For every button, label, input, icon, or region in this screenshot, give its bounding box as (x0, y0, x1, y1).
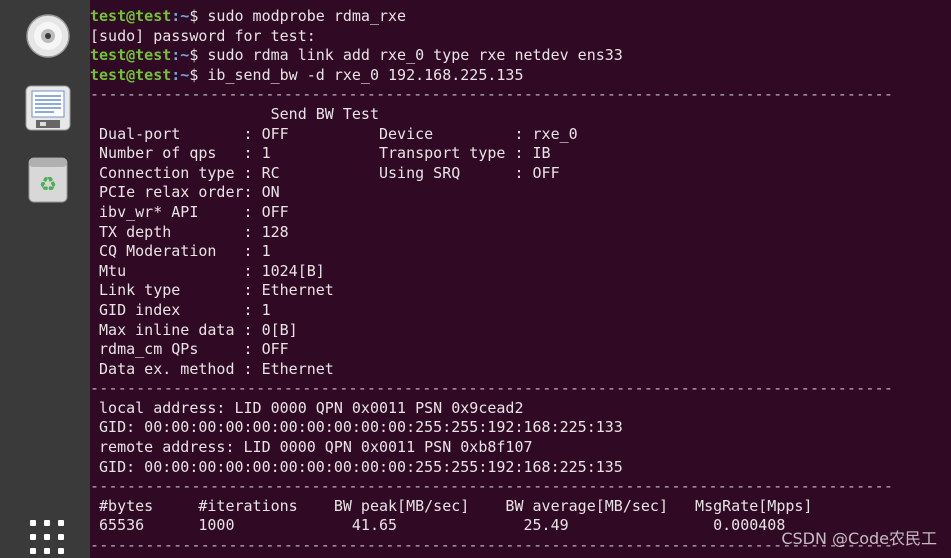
command-text: sudo rdma link add rxe_0 type rxe netdev… (198, 46, 623, 65)
address-line: local address: LID 0000 QPN 0x0011 PSN 0… (90, 398, 524, 417)
param-line: CQ Moderation : 1 (90, 242, 271, 261)
command-text: sudo modprobe rdma_rxe (198, 7, 407, 25)
test-title: Send BW Test (90, 104, 379, 123)
separator-line: ----------------------------------------… (90, 536, 894, 555)
watermark: CSDN @Code农民工 (781, 529, 937, 548)
svg-text:♻: ♻ (39, 172, 57, 196)
dock: ♻ (0, 0, 90, 558)
address-line: GID: 00:00:00:00:00:00:00:00:00:00:255:2… (90, 457, 623, 476)
text-editor-icon[interactable] (24, 84, 72, 132)
prompt-path: :~ (171, 7, 190, 25)
command-line-rdma-link: test@test:~$ sudo rdma link add rxe_0 ty… (90, 46, 893, 66)
param-line: TX depth : 128 (90, 222, 289, 241)
separator-line: ----------------------------------------… (90, 379, 894, 398)
cd-drive-icon[interactable] (24, 12, 72, 60)
terminal-window[interactable]: test@test:~$ sudo modprobe rdma_rxe [sud… (90, 0, 951, 558)
show-applications-icon[interactable] (30, 520, 66, 556)
param-line: Link type : Ethernet (90, 281, 334, 300)
address-line: GID: 00:00:00:00:00:00:00:00:00:00:255:2… (90, 418, 623, 437)
prompt-path: :~ (171, 65, 190, 84)
param-line: GID index : 1 (90, 300, 271, 319)
param-line: Number of qps : 1 Transport type : IB (90, 144, 551, 163)
prompt-user: test@test (90, 46, 172, 65)
param-line: PCIe relax order: ON (90, 183, 280, 202)
prompt-path: :~ (171, 46, 190, 65)
prompt-user: test@test (90, 7, 172, 25)
command-line-ib-send-bw: test@test:~$ ib_send_bw -d rxe_0 192.168… (90, 66, 893, 86)
address-line: remote address: LID 0000 QPN 0x0011 PSN … (90, 438, 533, 457)
param-line: rdma_cm QPs : OFF (90, 340, 289, 359)
prompt-user: test@test (90, 65, 172, 84)
command-text: ib_send_bw -d rxe_0 192.168.225.135 (198, 65, 524, 84)
separator-line: ----------------------------------------… (90, 85, 894, 104)
param-line: Dual-port : OFF Device : rxe_0 (90, 124, 578, 143)
param-line: Mtu : 1024[B] (90, 261, 325, 280)
results-header: #bytes #iterations BW peak[MB/sec] BW av… (90, 496, 813, 515)
command-line-modprobe: test@test:~$ sudo modprobe rdma_rxe (90, 7, 893, 27)
param-line: Connection type : RC Using SRQ : OFF (90, 163, 560, 182)
trash-icon[interactable]: ♻ (24, 156, 72, 204)
param-line: ibv_wr* API : OFF (90, 202, 289, 221)
results-row: 65536 1000 41.65 25.49 0.000408 (90, 516, 786, 535)
param-line: Data ex. method : Ethernet (90, 359, 334, 378)
sudo-password-prompt: [sudo] password for test: (90, 26, 316, 45)
param-line: Max inline data : 0[B] (90, 320, 298, 339)
separator-line: ----------------------------------------… (90, 477, 894, 496)
